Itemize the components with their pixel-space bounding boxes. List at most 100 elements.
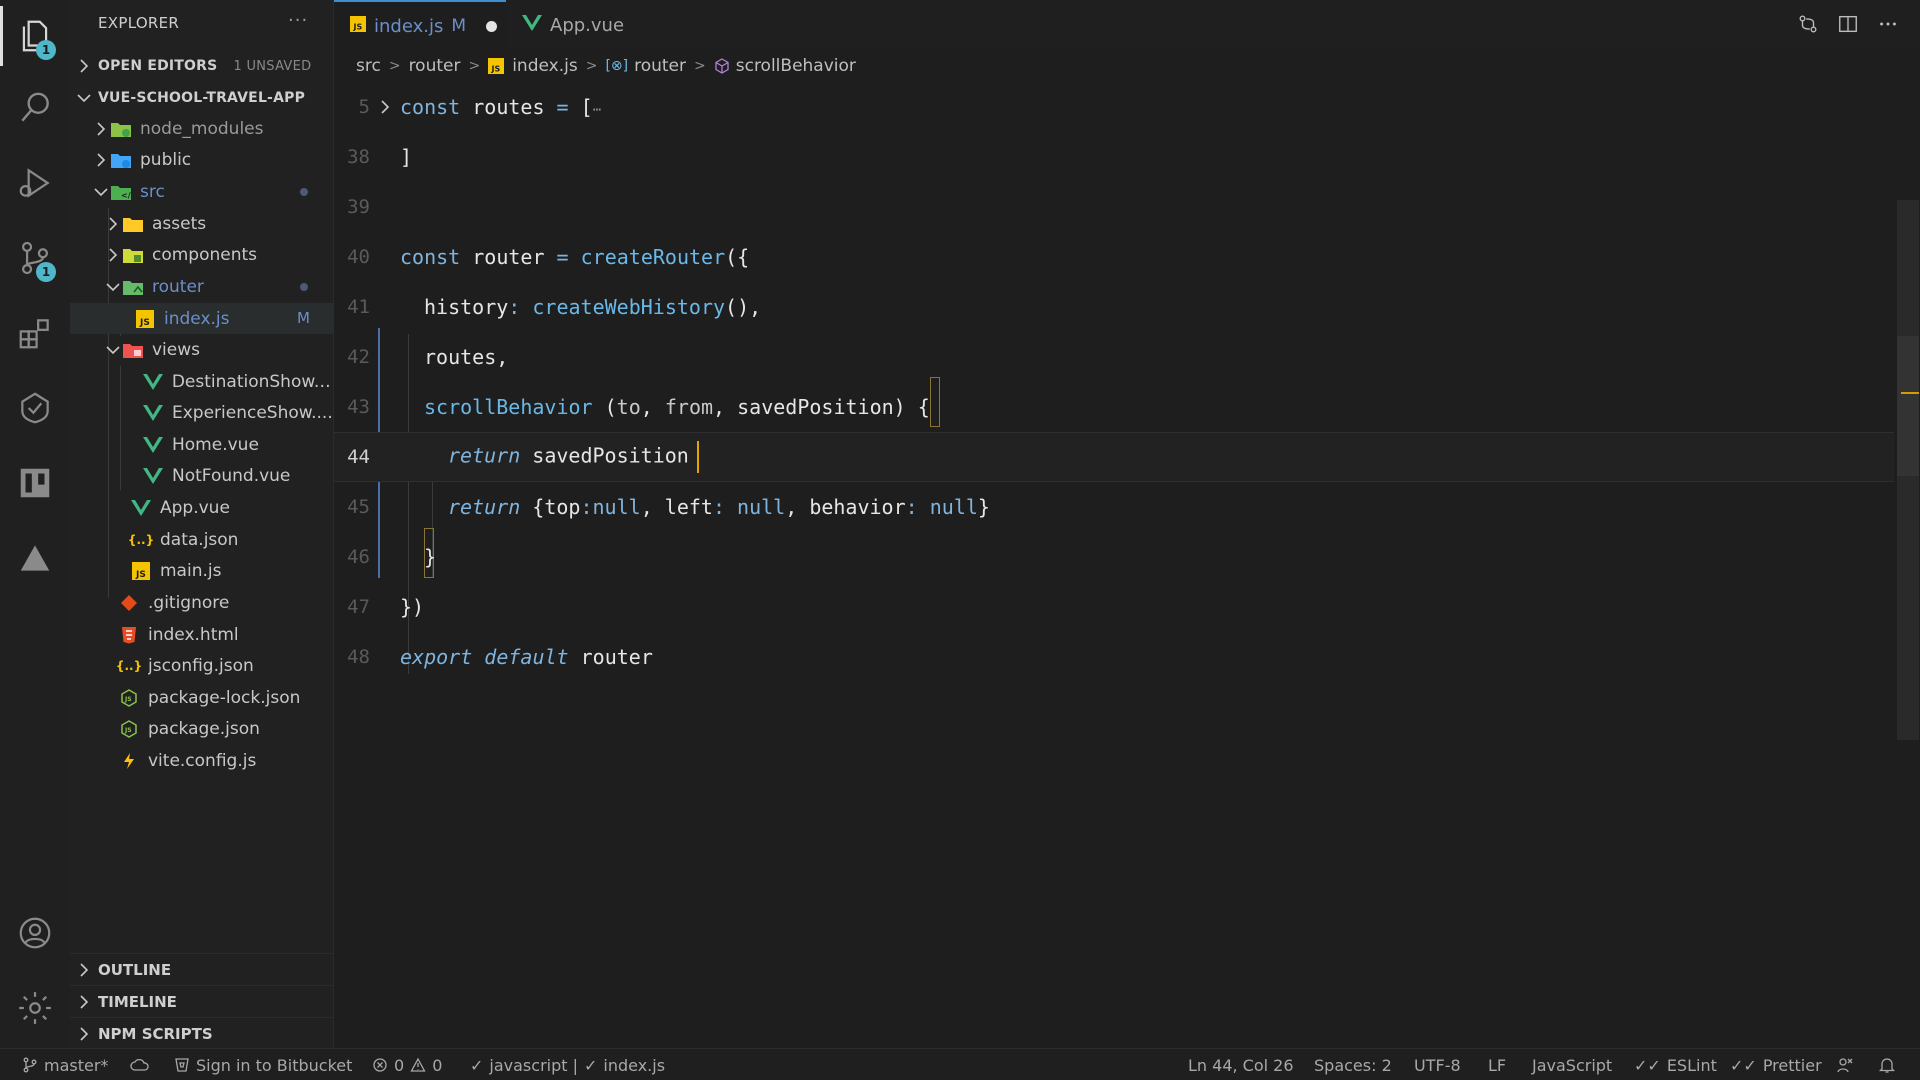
manage-activity-button[interactable]	[0, 978, 70, 1038]
tree-item-experienceshow[interactable]: ExperienceShow....	[70, 397, 334, 428]
timeline-section[interactable]: TIMELINE	[70, 985, 334, 1017]
explorer-more-button[interactable]: ···	[288, 10, 308, 31]
compare-changes-button[interactable]	[1796, 12, 1820, 36]
line-number: 43	[347, 396, 370, 418]
testing-activity-button[interactable]	[0, 378, 70, 438]
code-line[interactable]: 41 history: createWebHistory(),	[334, 282, 1894, 332]
chevron-right-icon: >	[694, 58, 706, 74]
code-line-current[interactable]: 44 return savedPosition	[334, 432, 1894, 482]
javascript-file-icon: JS	[130, 561, 152, 581]
tree-item-public[interactable]: public	[70, 144, 334, 175]
code-line[interactable]: 5 const routes = [⋯	[334, 82, 1894, 132]
code-line[interactable]: 45 return {top:null, left: null, behavio…	[334, 482, 1894, 532]
code-line[interactable]: 40 const router = createRouter({	[334, 232, 1894, 282]
encoding-status[interactable]: UTF-8	[1414, 1049, 1461, 1080]
javascript-file-icon: JS	[350, 16, 366, 36]
unsaved-dot[interactable]	[486, 20, 498, 32]
more-actions-button[interactable]	[1876, 12, 1900, 36]
chevron-right-icon	[97, 121, 106, 136]
vue-file-icon	[522, 14, 542, 36]
tree-item-home-vue[interactable]: Home.vue	[70, 429, 334, 460]
cursor-position-status[interactable]: Ln 44, Col 26	[1188, 1049, 1294, 1080]
tree-item-node-modules[interactable]: node_modules	[70, 113, 334, 144]
branch-name: master*	[44, 1055, 109, 1075]
tree-item-app-vue[interactable]: App.vue	[70, 492, 334, 523]
tree-item-notfound-vue[interactable]: NotFound.vue	[70, 460, 334, 491]
breadcrumb-router-folder[interactable]: router	[409, 56, 461, 76]
tree-item-src[interactable]: </> src	[70, 176, 334, 207]
open-editors-section[interactable]: OPEN EDITORS 1 UNSAVED	[70, 50, 334, 82]
eol-status[interactable]: LF	[1488, 1049, 1506, 1080]
tab-app-vue[interactable]: App.vue	[506, 0, 646, 50]
code-line[interactable]: 43 scrollBehavior (to, from, savedPositi…	[334, 382, 1894, 432]
code-line[interactable]: 42 routes,	[334, 332, 1894, 382]
problems-status[interactable]: 0 0	[372, 1049, 442, 1080]
tab-label: App.vue	[550, 14, 625, 36]
run-debug-activity-button[interactable]	[0, 153, 70, 213]
search-activity-button[interactable]	[0, 78, 70, 138]
split-editor-button[interactable]	[1836, 12, 1860, 36]
bitbucket-signin[interactable]: Sign in to Bitbucket	[174, 1049, 352, 1080]
extensions-activity-button[interactable]	[0, 303, 70, 363]
code-line[interactable]: 39	[334, 182, 1894, 232]
source-control-activity-button[interactable]: 1	[0, 228, 70, 288]
breadcrumb-file[interactable]: index.js	[512, 56, 578, 76]
warning-count: 0	[432, 1055, 443, 1075]
tree-item-label: components	[152, 244, 258, 265]
nodejs-file-icon: JS	[118, 688, 140, 708]
breadcrumb-symbol-scrollbehavior[interactable]: scrollBehavior	[736, 56, 856, 76]
bitbucket-label: Sign in to Bitbucket	[196, 1055, 353, 1075]
indentation-status[interactable]: Spaces: 2	[1314, 1049, 1392, 1080]
tree-item-destinationshow[interactable]: DestinationShow....	[70, 366, 334, 397]
breadcrumb: src > router > JS index.js > [⊗] router …	[334, 50, 1920, 82]
code-line[interactable]: 47 })	[334, 582, 1894, 632]
branch-status[interactable]: master*	[22, 1049, 108, 1080]
tree-item-index-js[interactable]: JS index.js M	[70, 303, 334, 334]
tree-item-package-json[interactable]: JS package.json	[70, 713, 334, 744]
tree-item-package-lock-json[interactable]: JS package-lock.json	[70, 682, 334, 713]
eslint-language-status[interactable]: ✓ javascript | ✓ index.js	[470, 1049, 665, 1080]
breadcrumb-src[interactable]: src	[356, 56, 381, 76]
tree-item-label: App.vue	[160, 497, 230, 518]
explorer-title: EXPLORER	[98, 14, 180, 32]
tree-item-assets[interactable]: assets	[70, 208, 334, 239]
accounts-activity-button[interactable]	[0, 903, 70, 963]
npm-scripts-section[interactable]: NPM SCRIPTS	[70, 1017, 334, 1049]
tree-item-jsconfig-json[interactable]: {..} jsconfig.json	[70, 650, 334, 681]
notifications-button[interactable]	[1878, 1049, 1896, 1080]
outline-section[interactable]: OUTLINE	[70, 953, 334, 985]
deploy-activity-button[interactable]	[0, 528, 70, 588]
tree-item-components[interactable]: components	[70, 239, 334, 270]
vue-file-icon	[142, 466, 164, 486]
sync-button[interactable]	[130, 1049, 150, 1080]
tree-item-router[interactable]: router	[70, 271, 334, 302]
tree-item-vite-config-js[interactable]: vite.config.js	[70, 745, 334, 776]
tree-item-label: public	[140, 149, 192, 170]
code-line[interactable]: 38 ]	[334, 132, 1894, 182]
eslint-status[interactable]: ✓✓ ESLint	[1634, 1049, 1717, 1080]
svg-text:JS: JS	[124, 696, 132, 703]
project-section[interactable]: VUE-SCHOOL-TRAVEL-APP	[70, 82, 334, 114]
breadcrumb-symbol-router[interactable]: router	[634, 56, 686, 76]
code-line[interactable]: 48 export default router	[334, 632, 1894, 682]
tree-item-main-js[interactable]: JS main.js	[70, 555, 334, 586]
tree-item-data-json[interactable]: {..} data.json	[70, 524, 334, 555]
scrollbar-thumb[interactable]	[1897, 336, 1919, 476]
code-editor[interactable]: 5 const routes = [⋯ 38 ] 39 40 const rou…	[334, 82, 1920, 1048]
tree-item-views[interactable]: views	[70, 334, 334, 365]
explorer-activity-button[interactable]: 1	[0, 6, 70, 66]
unsaved-count: 1 UNSAVED	[233, 58, 312, 74]
chevron-right-icon	[109, 247, 118, 262]
tab-index-js[interactable]: JS index.js M	[334, 0, 506, 50]
editor-scrollbar[interactable]	[1897, 200, 1919, 740]
tree-item-label: views	[152, 339, 201, 360]
code-line[interactable]: 46 }	[334, 532, 1894, 582]
tree-item-gitignore[interactable]: .gitignore	[70, 587, 334, 618]
fold-expand-button[interactable]	[370, 100, 400, 114]
feedback-button[interactable]	[1836, 1049, 1854, 1080]
line-number: 40	[347, 246, 370, 268]
language-mode-status[interactable]: JavaScript	[1532, 1049, 1612, 1080]
remote-explorer-activity-button[interactable]	[0, 453, 70, 513]
tree-item-index-html[interactable]: index.html	[70, 619, 334, 650]
prettier-status[interactable]: ✓✓ Prettier	[1730, 1049, 1822, 1080]
